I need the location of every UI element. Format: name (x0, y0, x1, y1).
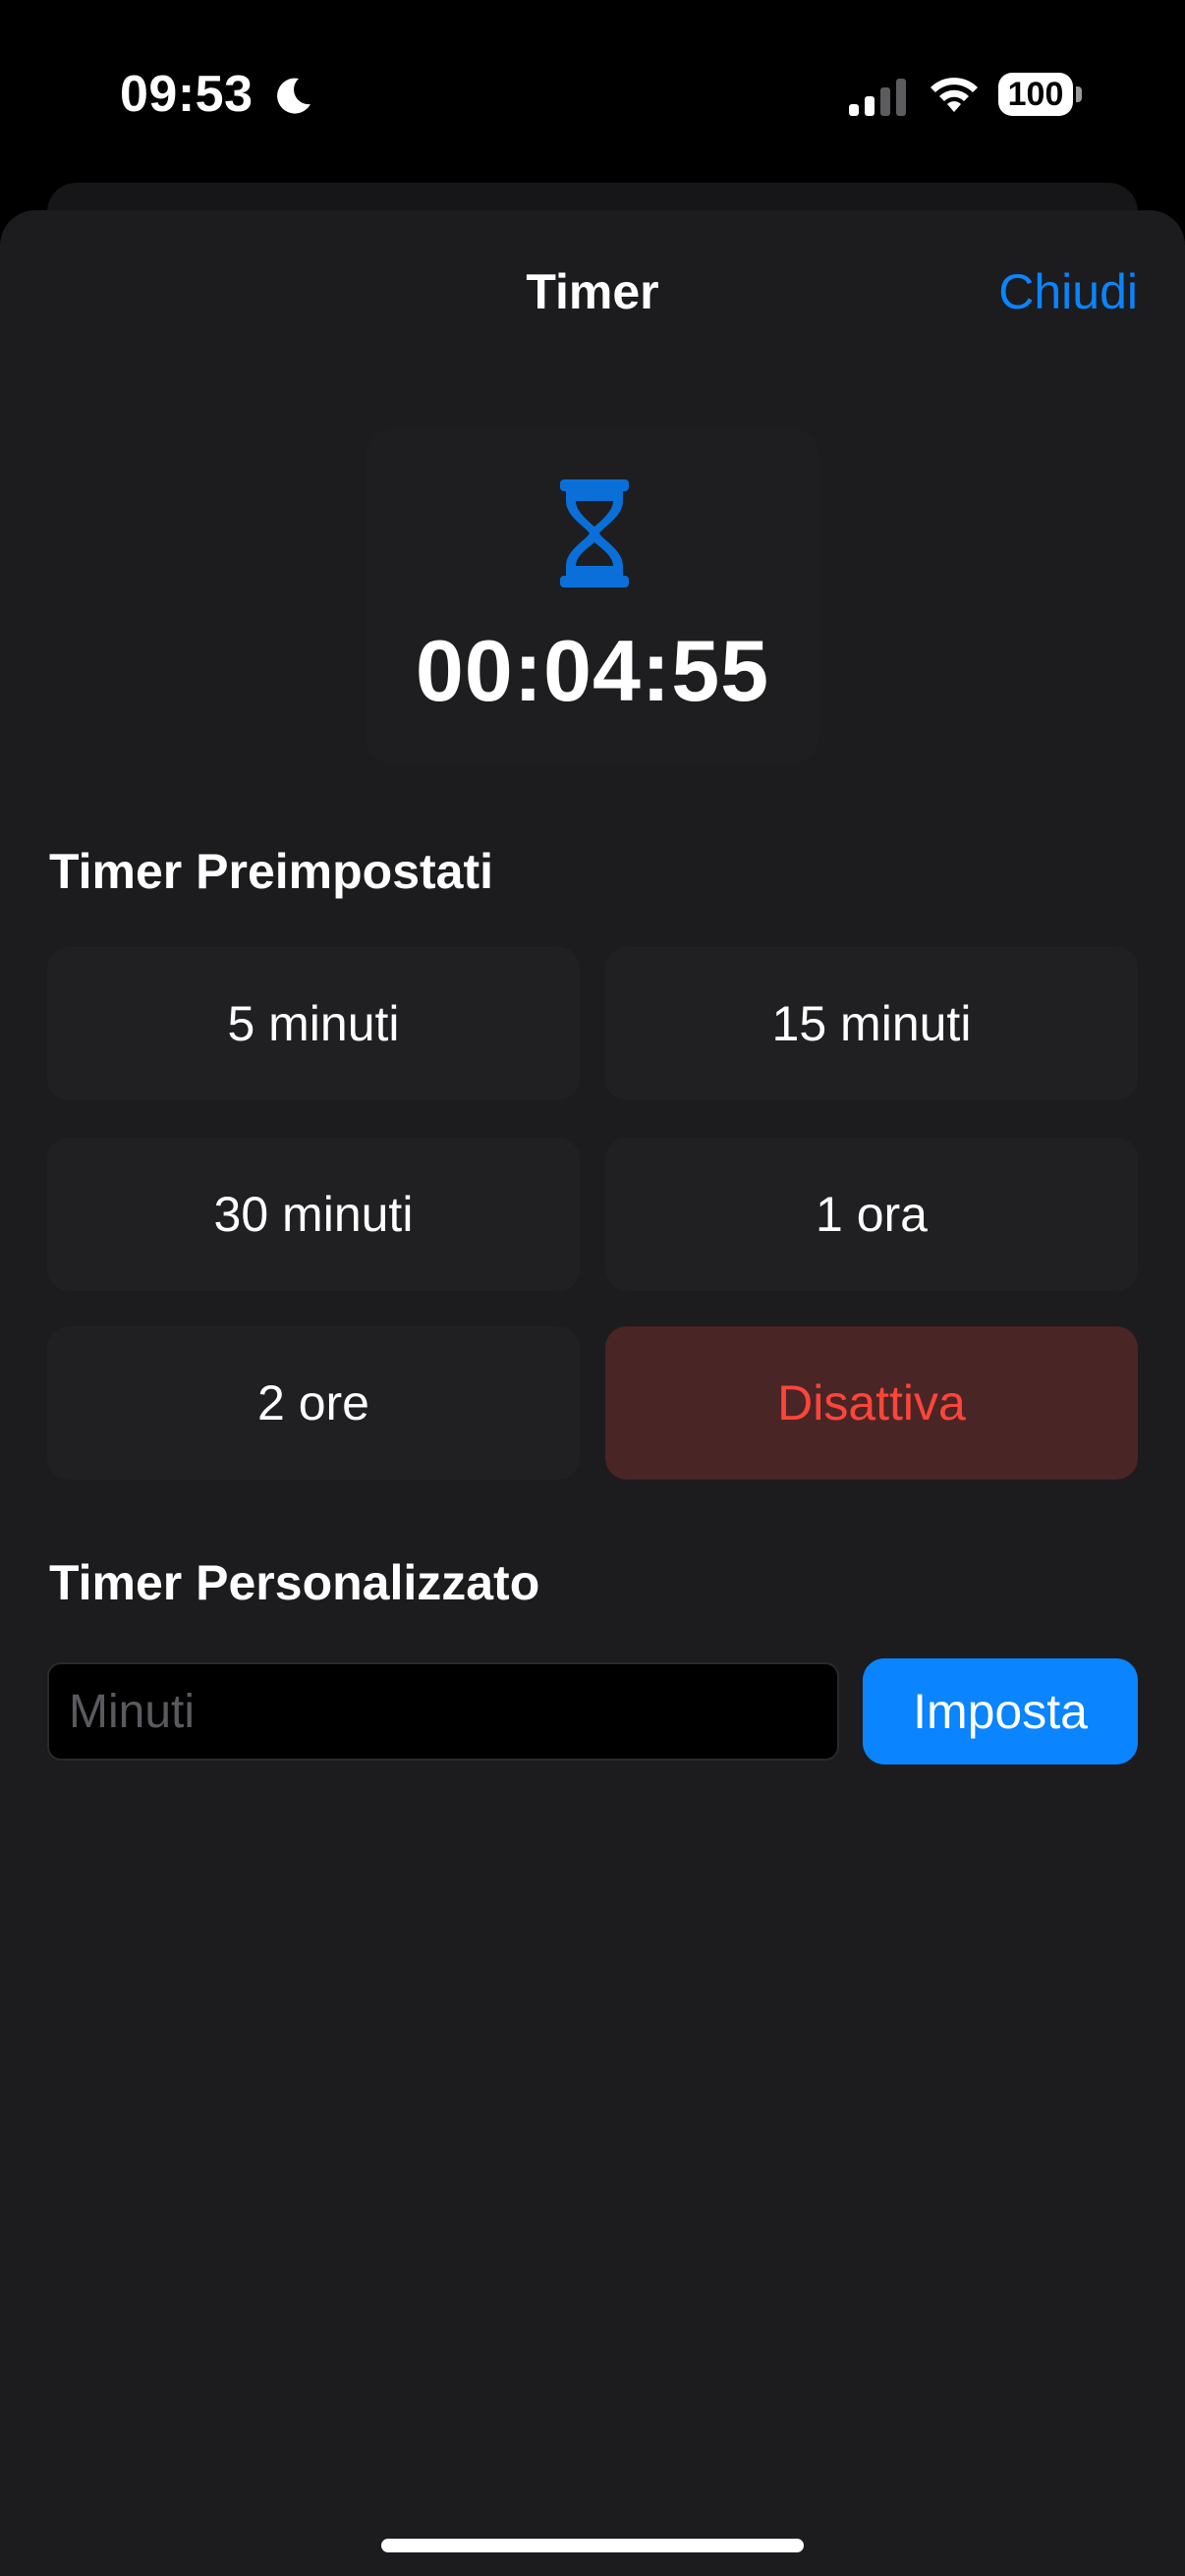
countdown-display: 00:04:55 (415, 622, 770, 719)
timer-display-card: 00:04:55 (366, 428, 819, 764)
moon-icon (277, 78, 310, 114)
minutes-input[interactable] (47, 1662, 839, 1761)
preset-30-minutes-button[interactable]: 30 minuti (47, 1138, 580, 1291)
status-bar: 09:53 100 (0, 0, 1185, 187)
custom-timer-title: Timer Personalizzato (49, 1555, 540, 1610)
signal-icon (849, 79, 906, 116)
preset-15-minutes-button[interactable]: 15 minuti (605, 947, 1138, 1100)
wifi-icon (931, 78, 978, 112)
battery-level: 100 (998, 73, 1073, 116)
battery-tip (1076, 86, 1082, 102)
preset-1-hour-button[interactable]: 1 ora (605, 1138, 1138, 1291)
home-indicator[interactable] (381, 2539, 804, 2552)
preset-5-minutes-button[interactable]: 5 minuti (47, 947, 580, 1100)
close-button[interactable]: Chiudi (998, 263, 1138, 320)
set-timer-button[interactable]: Imposta (863, 1658, 1138, 1764)
status-time: 09:53 (120, 66, 254, 123)
hourglass-icon (560, 479, 629, 588)
battery-icon: 100 (998, 73, 1082, 118)
disable-timer-button[interactable]: Disattiva (605, 1326, 1138, 1480)
preset-2-hours-button[interactable]: 2 ore (47, 1326, 580, 1480)
presets-title: Timer Preimpostati (49, 844, 494, 899)
